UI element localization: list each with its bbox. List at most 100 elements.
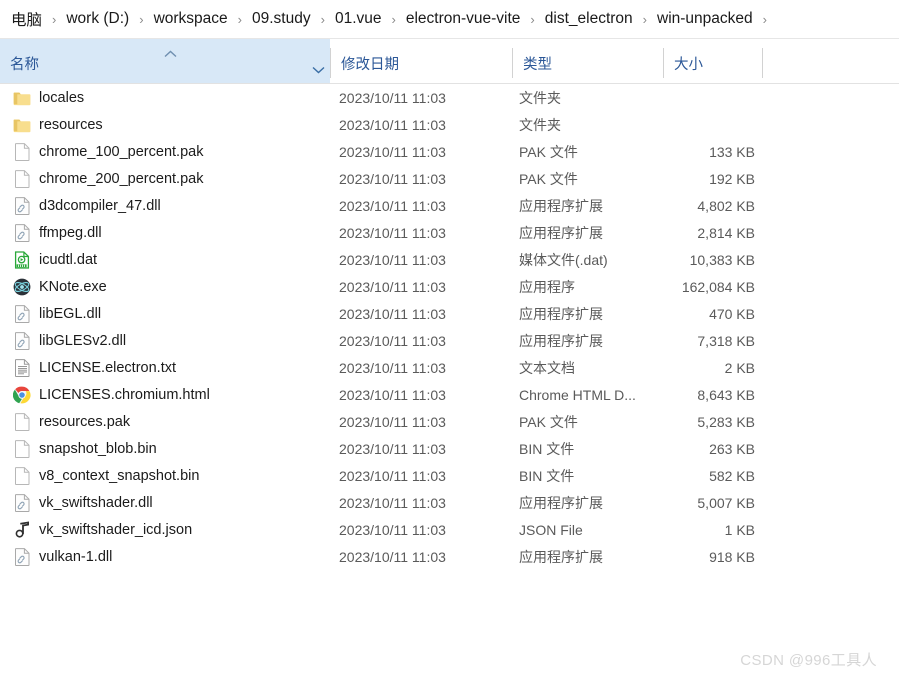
file-list: locales 2023/10/11 11:03 文件夹 resources 2023/… bbox=[0, 84, 899, 570]
watermark-text: CSDN @996工具人 bbox=[740, 652, 877, 669]
file-name: LICENSES.chromium.html bbox=[39, 386, 210, 403]
file-name: libEGL.dll bbox=[39, 305, 102, 322]
breadcrumb-separator-icon: › bbox=[139, 11, 144, 27]
file-name: KNote.exe bbox=[39, 278, 107, 295]
sort-ascending-icon bbox=[164, 50, 177, 58]
column-header-name-label: 名称 bbox=[10, 57, 39, 73]
file-row[interactable]: ffmpeg.dll 2023/10/11 11:03 应用程序扩展 2,814 KB bbox=[0, 219, 899, 246]
blank-file-icon bbox=[13, 439, 31, 458]
file-type: PAK 文件 bbox=[519, 143, 578, 160]
dll-file-icon bbox=[13, 223, 31, 242]
file-row[interactable]: chrome_100_percent.pak 2023/10/11 11:03 PA… bbox=[0, 138, 899, 165]
file-row[interactable]: resources.pak 2023/10/11 11:03 PAK 文件 5,283… bbox=[0, 408, 899, 435]
file-row[interactable]: libEGL.dll 2023/10/11 11:03 应用程序扩展 470 KB bbox=[0, 300, 899, 327]
breadcrumb-separator-icon: › bbox=[762, 11, 767, 27]
file-type: 文本文档 bbox=[519, 359, 575, 376]
file-row[interactable]: libGLESv2.dll 2023/10/11 11:03 应用程序扩展 7,318… bbox=[0, 327, 899, 354]
file-date-modified: 2023/10/11 11:03 bbox=[339, 386, 446, 403]
file-type: 应用程序扩展 bbox=[519, 494, 603, 511]
breadcrumb-item[interactable]: 09.study bbox=[249, 9, 314, 29]
breadcrumb: 电脑 › work (D:) › workspace › 09.study › 01.vue › e… bbox=[0, 0, 899, 39]
file-name: ffmpeg.dll bbox=[39, 224, 102, 241]
file-row[interactable]: locales 2023/10/11 11:03 文件夹 bbox=[0, 84, 899, 111]
file-type: 文件夹 bbox=[519, 116, 561, 133]
file-date-modified: 2023/10/11 11:03 bbox=[339, 251, 446, 268]
chevron-down-icon[interactable] bbox=[312, 66, 325, 74]
file-row[interactable]: chrome_200_percent.pak 2023/10/11 11:03 PA… bbox=[0, 165, 899, 192]
file-name: LICENSE.electron.txt bbox=[39, 359, 176, 376]
file-type: 媒体文件(.dat) bbox=[519, 251, 608, 268]
file-row[interactable]: d3dcompiler_47.dll 2023/10/11 11:03 应用程序扩展… bbox=[0, 192, 899, 219]
file-type: 文件夹 bbox=[519, 89, 561, 106]
blank-file-icon bbox=[13, 412, 31, 431]
file-name: chrome_200_percent.pak bbox=[39, 170, 204, 187]
file-row[interactable]: v8_context_snapshot.bin 2023/10/11 11:03 B… bbox=[0, 462, 899, 489]
column-header-type[interactable]: 类型 bbox=[513, 39, 663, 83]
file-name: d3dcompiler_47.dll bbox=[39, 197, 161, 214]
text-file-icon bbox=[13, 358, 31, 377]
file-type: JSON File bbox=[519, 521, 583, 538]
breadcrumb-item[interactable]: dist_electron bbox=[542, 9, 636, 29]
file-date-modified: 2023/10/11 11:03 bbox=[339, 521, 446, 538]
file-type: 应用程序扩展 bbox=[519, 224, 603, 241]
breadcrumb-item[interactable]: workspace bbox=[151, 9, 231, 29]
file-type: 应用程序 bbox=[519, 278, 575, 295]
file-size: 5,007 KB bbox=[697, 494, 755, 511]
column-header-date-modified[interactable]: 修改日期 bbox=[331, 39, 512, 83]
file-date-modified: 2023/10/11 11:03 bbox=[339, 467, 446, 484]
blank-file-icon bbox=[13, 142, 31, 161]
file-type: PAK 文件 bbox=[519, 170, 578, 187]
breadcrumb-separator-icon: › bbox=[320, 11, 325, 27]
file-name: resources.pak bbox=[39, 413, 131, 430]
dll-file-icon bbox=[13, 547, 31, 566]
dll-file-icon bbox=[13, 493, 31, 512]
file-size: 192 KB bbox=[709, 170, 755, 187]
breadcrumb-separator-icon: › bbox=[642, 11, 647, 27]
file-size: 162,084 KB bbox=[681, 278, 755, 295]
file-type: 应用程序扩展 bbox=[519, 332, 603, 349]
column-header-size[interactable]: 大小 bbox=[664, 39, 762, 83]
file-date-modified: 2023/10/11 11:03 bbox=[339, 143, 446, 160]
file-row[interactable]: KNote.exe 2023/10/11 11:03 应用程序 162,084 KB bbox=[0, 273, 899, 300]
blank-file-icon bbox=[13, 466, 31, 485]
breadcrumb-item[interactable]: electron-vue-vite bbox=[403, 9, 524, 29]
breadcrumb-item[interactable]: 01.vue bbox=[332, 9, 385, 29]
file-row[interactable]: LICENSE.electron.txt 2023/10/11 11:03 文本文档… bbox=[0, 354, 899, 381]
file-name: snapshot_blob.bin bbox=[39, 440, 157, 457]
file-name: vulkan-1.dll bbox=[39, 548, 113, 565]
folder-icon bbox=[13, 116, 31, 134]
file-row[interactable]: resources 2023/10/11 11:03 文件夹 bbox=[0, 111, 899, 138]
file-size: 133 KB bbox=[709, 143, 755, 160]
blank-file-icon bbox=[13, 169, 31, 188]
file-row[interactable]: vk_swiftshader_icd.json 2023/10/11 11:03 J… bbox=[0, 516, 899, 543]
file-type: BIN 文件 bbox=[519, 440, 575, 457]
breadcrumb-separator-icon: › bbox=[391, 11, 396, 27]
breadcrumb-separator-icon: › bbox=[237, 11, 242, 27]
file-date-modified: 2023/10/11 11:03 bbox=[339, 305, 446, 322]
breadcrumb-item[interactable]: 电脑 bbox=[8, 7, 45, 31]
file-size: 918 KB bbox=[709, 548, 755, 565]
file-name: icudtl.dat bbox=[39, 251, 98, 268]
file-size: 582 KB bbox=[709, 467, 755, 484]
media-file-icon bbox=[13, 250, 31, 269]
file-name: vk_swiftshader_icd.json bbox=[39, 521, 193, 538]
breadcrumb-item[interactable]: work (D:) bbox=[63, 9, 132, 29]
file-name: vk_swiftshader.dll bbox=[39, 494, 153, 511]
file-row[interactable]: icudtl.dat 2023/10/11 11:03 媒体文件(.dat) 10,3… bbox=[0, 246, 899, 273]
file-type: 应用程序扩展 bbox=[519, 197, 603, 214]
file-row[interactable]: LICENSES.chromium.html 2023/10/11 11:03 Ch… bbox=[0, 381, 899, 408]
file-name: resources bbox=[39, 116, 103, 133]
file-name: v8_context_snapshot.bin bbox=[39, 467, 200, 484]
file-size: 1 KB bbox=[724, 521, 755, 538]
folder-icon bbox=[13, 89, 31, 107]
breadcrumb-item[interactable]: win-unpacked bbox=[654, 9, 756, 29]
file-date-modified: 2023/10/11 11:03 bbox=[339, 548, 446, 565]
file-row[interactable]: snapshot_blob.bin 2023/10/11 11:03 BIN 文件 2… bbox=[0, 435, 899, 462]
dll-file-icon bbox=[13, 331, 31, 350]
column-divider[interactable] bbox=[762, 48, 763, 78]
column-header-date-modified-label: 修改日期 bbox=[341, 57, 399, 73]
file-row[interactable]: vulkan-1.dll 2023/10/11 11:03 应用程序扩展 918 KB bbox=[0, 543, 899, 570]
file-date-modified: 2023/10/11 11:03 bbox=[339, 89, 446, 106]
file-row[interactable]: vk_swiftshader.dll 2023/10/11 11:03 应用程序扩展… bbox=[0, 489, 899, 516]
column-header-name[interactable]: 名称 bbox=[0, 39, 330, 83]
